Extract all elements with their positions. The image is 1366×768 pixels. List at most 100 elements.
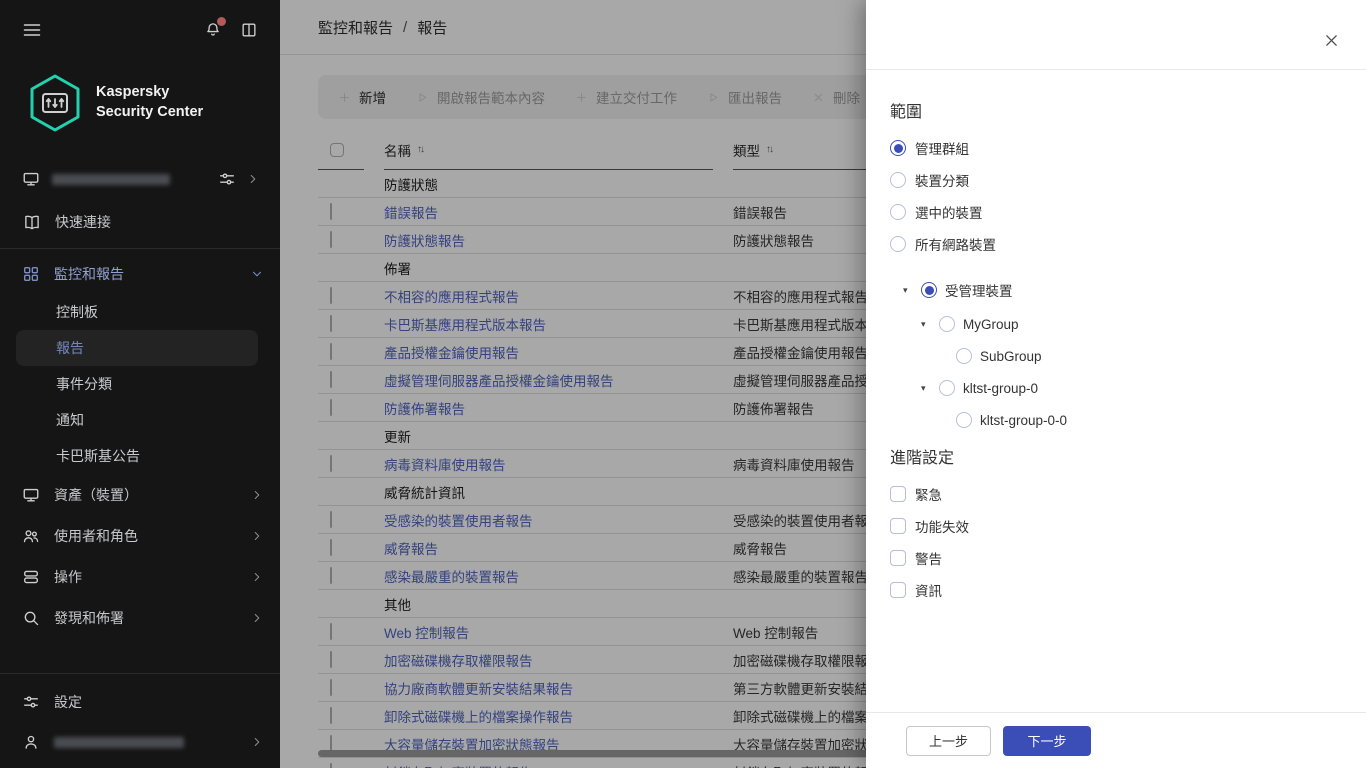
next-button[interactable]: 下一步 <box>1003 725 1092 756</box>
settings-label: 設定 <box>54 694 82 710</box>
chevron-right-icon[interactable] <box>246 172 260 186</box>
sidebar-item-label: 資產（裝置） <box>54 486 138 503</box>
chevron-down-icon <box>250 267 264 281</box>
checkbox[interactable] <box>890 582 906 598</box>
radio-label: 所有網路裝置 <box>915 238 996 253</box>
server-icon <box>22 170 40 188</box>
sidebar-item-discovery[interactable]: 發現和佈署 <box>0 597 280 638</box>
scope-options: 管理群組裝置分類選中的裝置所有網路裝置 <box>890 138 1342 254</box>
radio-button[interactable] <box>890 172 906 188</box>
radio-label: 管理群組 <box>915 142 969 157</box>
drawer-header <box>866 0 1366 70</box>
sidebar-subitem-reports[interactable]: 報告 <box>16 330 258 366</box>
sidebar-item-assets[interactable]: 資產（裝置） <box>0 474 280 515</box>
tree-node-managed-devices[interactable]: ▾ 受管理裝置 <box>890 280 1342 300</box>
checkbox-label: 緊急 <box>915 488 942 503</box>
sidebar-item-label: 監控和報告 <box>54 265 124 282</box>
sidebar-topbar <box>0 0 280 40</box>
sidebar: Kaspersky Security Center 快速連接 監控和報告控制板報… <box>0 0 280 768</box>
chevron-right-icon <box>250 488 264 502</box>
sidebar-subitem-notifications[interactable]: 通知 <box>0 402 280 438</box>
search-icon <box>22 609 40 627</box>
radio-button[interactable] <box>939 380 955 396</box>
chevron-right-icon <box>250 570 264 584</box>
caret-down-icon[interactable]: ▾ <box>903 285 913 295</box>
advanced-section-title: 進階設定 <box>890 450 955 467</box>
server-settings-sliders-icon[interactable] <box>218 170 236 188</box>
scope-option-admin-groups[interactable]: 管理群組 <box>890 138 1342 158</box>
tree-node-label: kltst-group-0-0 <box>980 412 1068 428</box>
sidebar-subitem-event-selections[interactable]: 事件分類 <box>0 366 280 402</box>
radio-button[interactable] <box>921 282 937 298</box>
sidebar-subitem-dashboard[interactable]: 控制板 <box>0 294 280 330</box>
radio-button[interactable] <box>956 348 972 364</box>
scope-option-selected-devices[interactable]: 選中的裝置 <box>890 202 1342 222</box>
checkbox[interactable] <box>890 486 906 502</box>
chevron-right-icon <box>250 611 264 625</box>
app-window: Kaspersky Security Center 快速連接 監控和報告控制板報… <box>0 0 1366 768</box>
tree-node-label: MyGroup <box>963 316 1019 332</box>
scope-option-device-selections[interactable]: 裝置分類 <box>890 170 1342 190</box>
hamburger-menu-icon[interactable] <box>22 20 42 40</box>
sidebar-subitem-announcements[interactable]: 卡巴斯基公告 <box>0 438 280 474</box>
sidebar-item-monitoring[interactable]: 監控和報告 <box>0 253 280 294</box>
chevron-right-icon[interactable] <box>250 735 264 749</box>
stack-icon <box>22 568 40 586</box>
scope-option-all-networked[interactable]: 所有網路裝置 <box>890 234 1342 254</box>
checkbox-label: 功能失效 <box>915 520 969 535</box>
notification-dot <box>217 17 226 26</box>
close-icon[interactable] <box>1323 32 1340 49</box>
sidebar-item-users-roles[interactable]: 使用者和角色 <box>0 515 280 556</box>
sidebar-divider <box>0 673 280 674</box>
severity-checkbox-warning[interactable]: 警告 <box>890 548 1342 568</box>
sidebar-item-operations[interactable]: 操作 <box>0 556 280 597</box>
checkbox[interactable] <box>890 518 906 534</box>
username-redacted <box>54 736 184 748</box>
severity-checkbox-critical[interactable]: 緊急 <box>890 484 1342 504</box>
logo-text: Kaspersky Security Center <box>96 84 204 120</box>
tree-node-label: 受管理裝置 <box>945 284 1013 299</box>
quick-links-label: 快速連接 <box>55 214 111 230</box>
tree-node-mygroup[interactable]: ▾ MyGroup <box>890 316 1342 332</box>
sidebar-item-label: 操作 <box>54 568 82 585</box>
checkbox-label: 警告 <box>915 552 942 567</box>
checkbox[interactable] <box>890 550 906 566</box>
radio-button[interactable] <box>890 204 906 220</box>
radio-label: 選中的裝置 <box>915 206 983 221</box>
new-report-wizard-drawer: 範圍 管理群組裝置分類選中的裝置所有網路裝置 ▾ 受管理裝置 ▾ MyGroup Sub… <box>866 0 1366 768</box>
server-name-redacted <box>52 173 170 185</box>
admin-group-tree: ▾ 受管理裝置 ▾ MyGroup SubGroup ▾ kltst-group-0 klts… <box>890 280 1342 428</box>
tree-node-kltst-group-0[interactable]: ▾ kltst-group-0 <box>890 380 1342 396</box>
sidebar-item-settings[interactable]: 設定 <box>0 682 280 722</box>
scope-section-title: 範圍 <box>890 104 923 121</box>
radio-button[interactable] <box>890 140 906 156</box>
sidebar-bottom: 設定 <box>0 673 280 762</box>
notifications-bell-icon[interactable] <box>204 17 226 39</box>
users-icon <box>22 527 40 545</box>
sidebar-server-item[interactable] <box>0 132 280 188</box>
sidebar-item-quick-links[interactable]: 快速連接 <box>0 188 280 232</box>
tree-node-label: SubGroup <box>980 348 1042 364</box>
severity-checkbox-functional-failure[interactable]: 功能失效 <box>890 516 1342 536</box>
back-button[interactable]: 上一步 <box>906 725 992 756</box>
radio-button[interactable] <box>939 316 955 332</box>
caret-down-icon[interactable]: ▾ <box>921 383 931 393</box>
radio-button[interactable] <box>890 236 906 252</box>
drawer-body: 範圍 管理群組裝置分類選中的裝置所有網路裝置 ▾ 受管理裝置 ▾ MyGroup Sub… <box>866 98 1366 600</box>
sidebar-nav: 監控和報告控制板 報告 事件分類 通知 卡巴斯基公告資產（裝置） 使用者和角色操作發現和佈… <box>0 249 280 638</box>
tree-node-kltst-group-0-0[interactable]: kltst-group-0-0 <box>890 412 1342 428</box>
sidebar-user-item[interactable] <box>0 722 280 762</box>
book-open-icon <box>23 213 41 231</box>
dashboard-icon <box>22 265 40 283</box>
drawer-footer: 上一步 下一步 <box>866 712 1366 768</box>
checkbox-label: 資訊 <box>915 584 942 599</box>
tree-node-subgroup[interactable]: SubGroup <box>890 348 1342 364</box>
severity-checkbox-info[interactable]: 資訊 <box>890 580 1342 600</box>
severity-checkboxes: 緊急功能失效警告資訊 <box>890 484 1342 600</box>
radio-button[interactable] <box>956 412 972 428</box>
monitor-icon <box>22 486 40 504</box>
help-book-icon[interactable] <box>240 21 258 39</box>
person-icon <box>22 733 40 751</box>
sliders-icon <box>22 693 40 711</box>
caret-down-icon[interactable]: ▾ <box>921 319 931 329</box>
